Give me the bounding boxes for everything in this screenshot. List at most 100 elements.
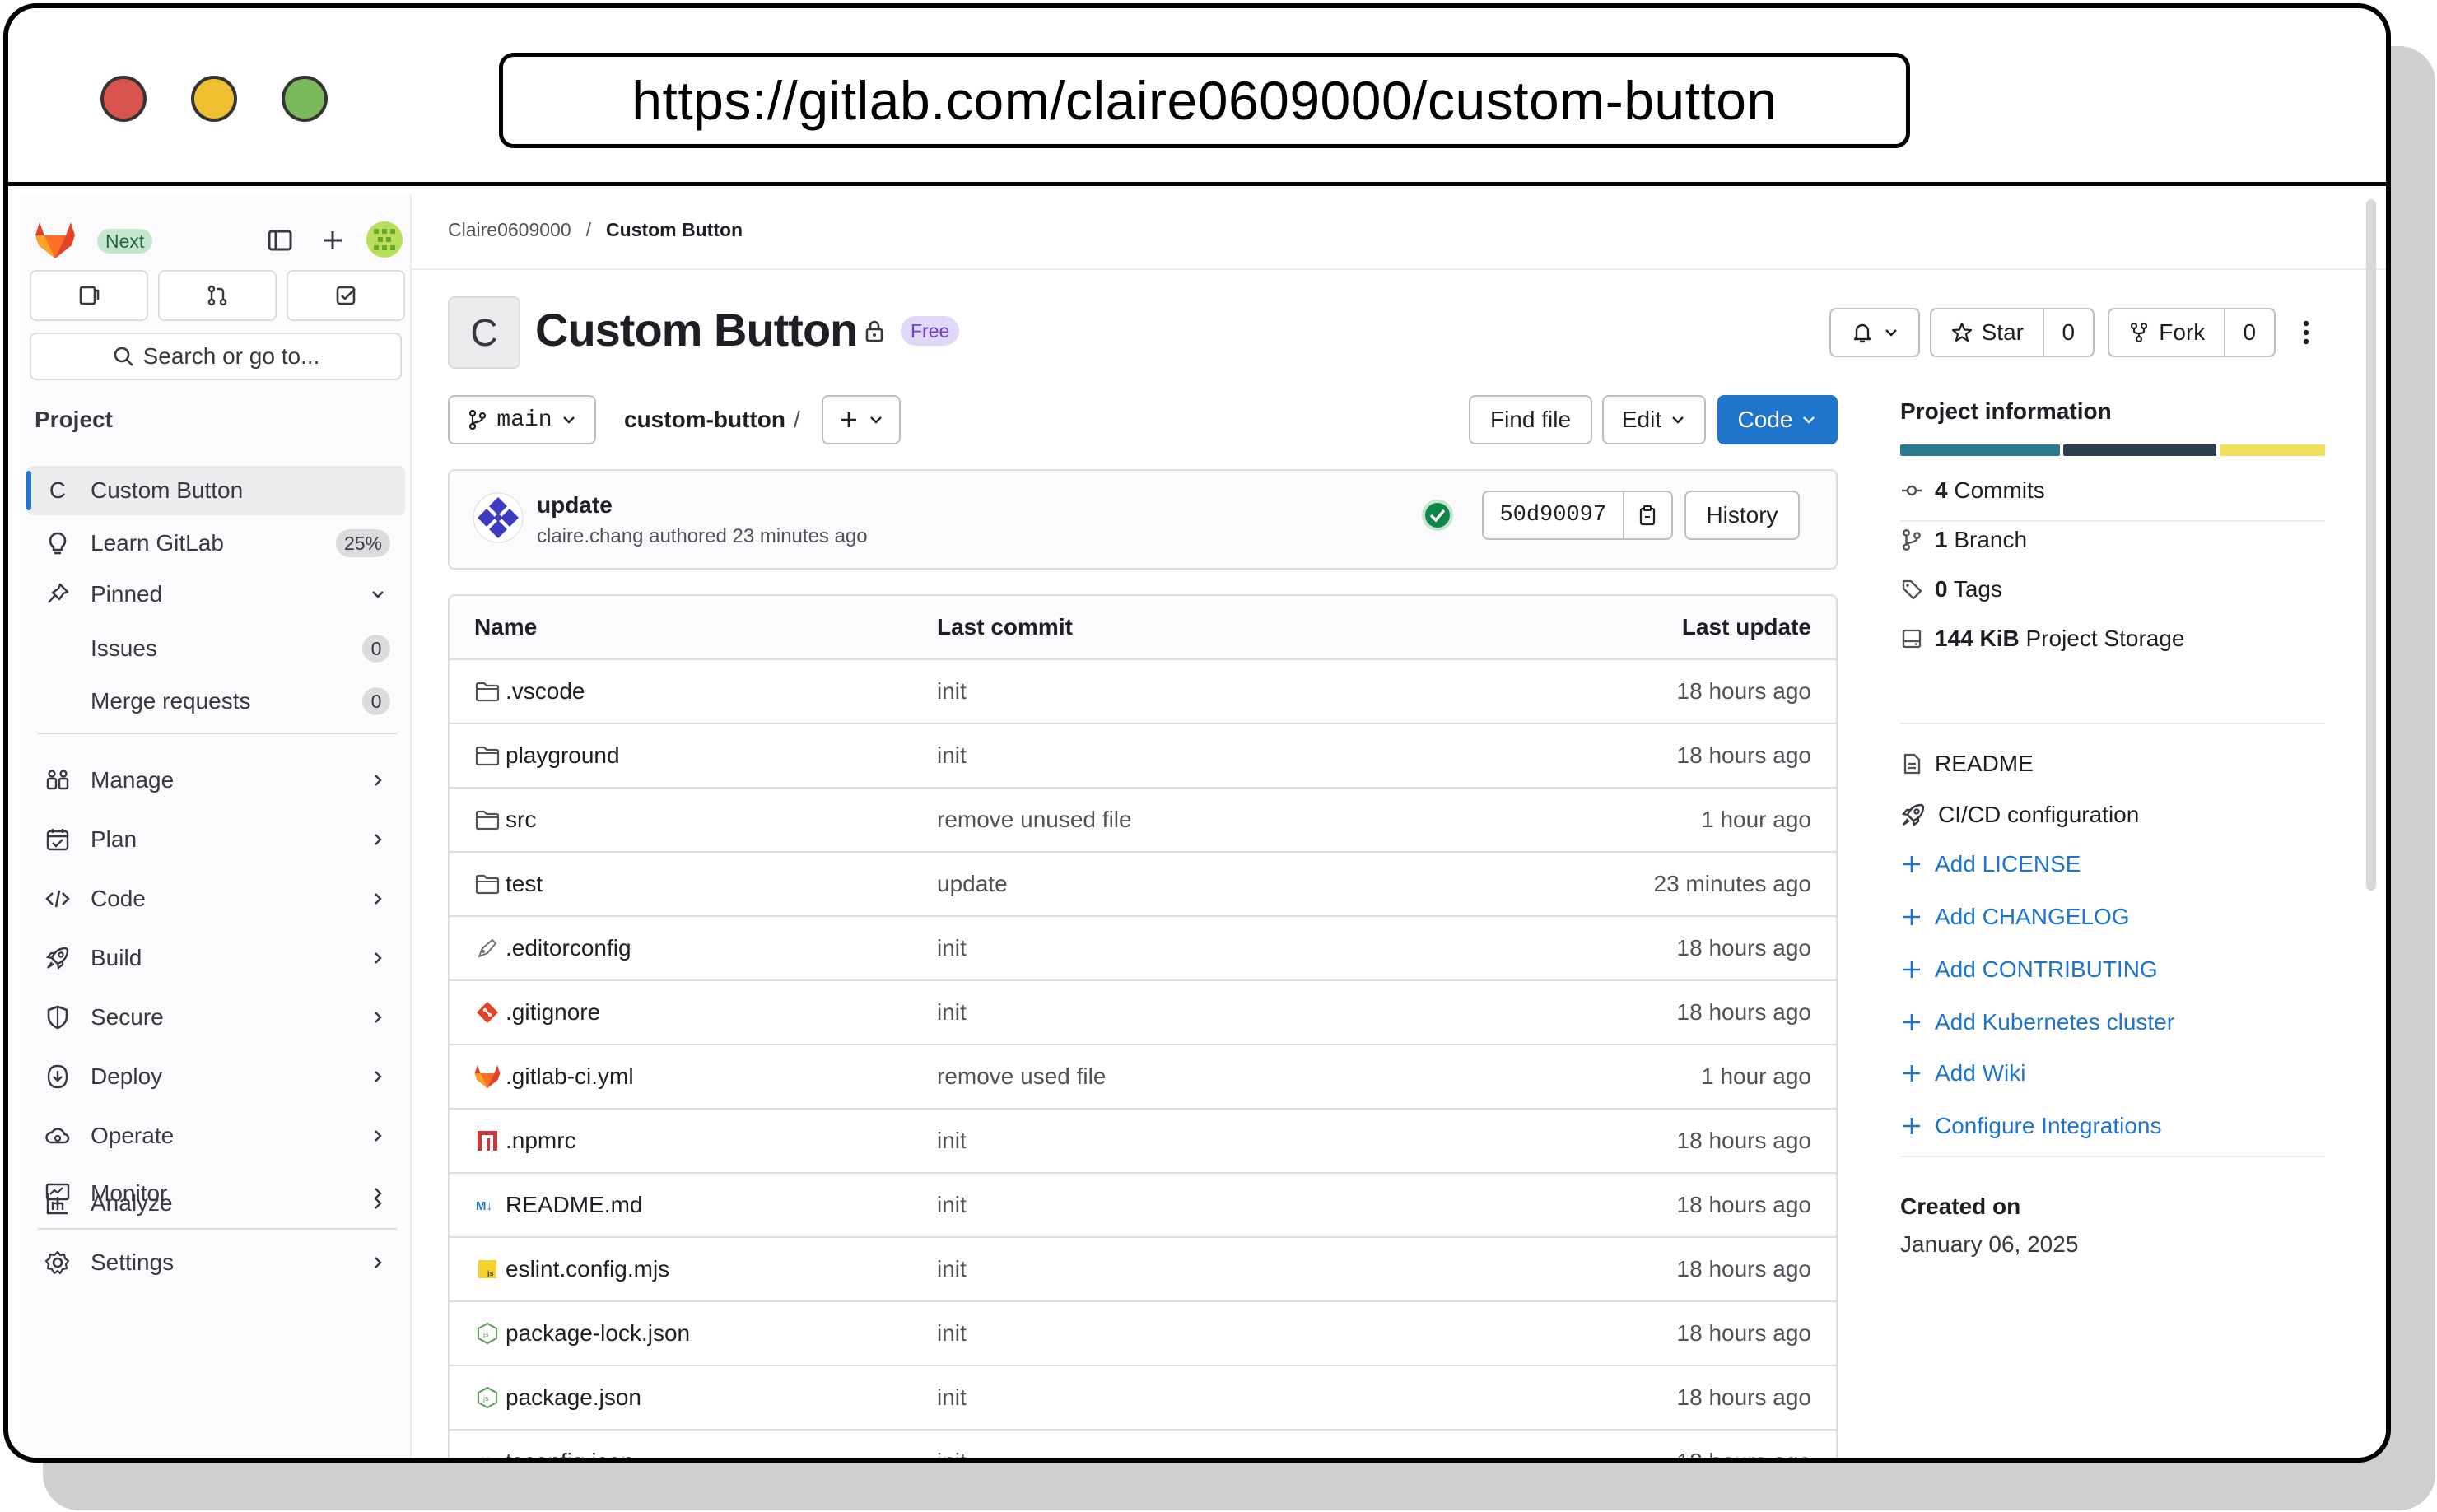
sidebar-toggle-icon[interactable] (265, 226, 295, 255)
table-row[interactable]: M↓ README.md init 18 hours ago (450, 1174, 1836, 1238)
table-row[interactable]: .gitignore init 18 hours ago (450, 981, 1836, 1045)
last-commit-link[interactable]: init (937, 1238, 967, 1300)
file-name-link[interactable]: README.md (506, 1192, 642, 1218)
file-name-link[interactable]: .vscode (506, 678, 585, 705)
todo-quick-button[interactable] (287, 270, 405, 321)
commit-author[interactable]: claire.chang (537, 525, 643, 547)
sidebar-item-deploy[interactable]: Deploy (26, 1052, 405, 1101)
last-commit-link[interactable]: init (937, 981, 967, 1044)
sidebar-item-build[interactable]: Build (26, 933, 405, 983)
fork-count[interactable]: 0 (2225, 309, 2274, 356)
commit-title[interactable]: update (537, 492, 613, 519)
maximize-window-dot[interactable] (282, 76, 328, 122)
issues-quick-button[interactable] (30, 270, 148, 321)
commit-sha[interactable]: 50d90097 (1484, 492, 1624, 538)
table-row[interactable]: js package-lock.json init 18 hours ago (450, 1302, 1836, 1366)
last-commit-link[interactable]: init (937, 1431, 967, 1458)
gitlab-logo-icon[interactable] (35, 221, 76, 260)
file-name-link[interactable]: eslint.config.mjs (506, 1256, 669, 1282)
star-count[interactable]: 0 (2044, 309, 2093, 356)
file-name-link[interactable]: src (506, 807, 536, 833)
project-stat-project-storage[interactable]: 144 KiB Project Storage (1900, 622, 2185, 655)
last-commit-link[interactable]: update (937, 853, 1008, 915)
language-bar[interactable] (1900, 444, 2325, 456)
last-commit-link[interactable]: init (937, 724, 967, 787)
last-commit-link[interactable]: init (937, 660, 967, 723)
last-commit-link[interactable]: remove unused file (937, 789, 1132, 851)
add-to-tree-dropdown[interactable] (822, 395, 901, 444)
notification-dropdown[interactable] (1829, 308, 1920, 357)
project-stat-branch[interactable]: 1 Branch (1900, 523, 2027, 556)
project-doc-link[interactable]: CI/CD configuration (1900, 798, 2139, 831)
page-scrollbar[interactable] (2366, 199, 2376, 891)
table-row[interactable]: .gitlab-ci.yml remove used file 1 hour ago (450, 1045, 1836, 1110)
add-link[interactable]: Add CHANGELOG (1900, 900, 2130, 933)
sidebar-item-settings[interactable]: Settings (26, 1238, 405, 1287)
file-name-link[interactable]: tsconfig.json (506, 1449, 634, 1458)
table-row[interactable]: .vscode init 18 hours ago (450, 660, 1836, 724)
branch-selector[interactable]: main (448, 395, 596, 444)
file-name-link[interactable]: .gitignore (506, 999, 600, 1026)
table-row[interactable]: {} tsconfig.json init 18 hours ago (450, 1431, 1836, 1458)
table-row[interactable]: src remove unused file 1 hour ago (450, 789, 1836, 853)
sidebar-item-pinned[interactable]: Pinned (26, 570, 405, 619)
table-row[interactable]: .npmrc init 18 hours ago (450, 1110, 1836, 1174)
minimize-window-dot[interactable] (191, 76, 237, 122)
find-file-button[interactable]: Find file (1469, 395, 1592, 444)
sidebar-item-analyze[interactable]: Analyze (26, 1179, 405, 1228)
last-commit-link[interactable]: init (937, 1302, 967, 1365)
next-badge[interactable]: Next (97, 229, 153, 254)
sidebar-item-custom-button[interactable]: C Custom Button (26, 466, 405, 515)
add-link[interactable]: Add LICENSE (1900, 848, 2081, 881)
file-name-link[interactable]: .editorconfig (506, 935, 631, 961)
address-bar[interactable]: https://gitlab.com/claire0609000/custom-… (499, 53, 1910, 148)
last-commit-link[interactable]: init (937, 1366, 967, 1429)
file-name-link[interactable]: .gitlab-ci.yml (506, 1063, 634, 1090)
repo-path[interactable]: custom-button (624, 407, 785, 433)
sidebar-item-secure[interactable]: Secure (26, 993, 405, 1042)
table-row[interactable]: js package.json init 18 hours ago (450, 1366, 1836, 1431)
file-name-link[interactable]: package-lock.json (506, 1320, 690, 1347)
breadcrumb-owner[interactable]: Claire0609000 (448, 219, 571, 241)
add-link[interactable]: Add CONTRIBUTING (1900, 953, 2158, 986)
add-link[interactable]: Add Wiki (1900, 1057, 2025, 1090)
plus-icon[interactable] (318, 226, 347, 255)
add-link[interactable]: Add Kubernetes cluster (1900, 1006, 2174, 1039)
sidebar-item-learn-gitlab[interactable]: Learn GitLab 25% (26, 519, 405, 568)
table-row[interactable]: test update 23 minutes ago (450, 853, 1836, 917)
sidebar-item-plan[interactable]: Plan (26, 815, 405, 864)
table-row[interactable]: js eslint.config.mjs init 18 hours ago (450, 1238, 1836, 1302)
code-dropdown[interactable]: Code (1717, 395, 1838, 444)
sidebar-item-manage[interactable]: Manage (26, 756, 405, 805)
last-commit-link[interactable]: remove used file (937, 1045, 1106, 1108)
breadcrumb-project[interactable]: Custom Button (606, 219, 743, 241)
project-stat-commits[interactable]: 4 Commits (1900, 474, 2045, 507)
history-button[interactable]: History (1684, 491, 1800, 540)
edit-dropdown[interactable]: Edit (1602, 395, 1706, 444)
file-name-link[interactable]: .npmrc (506, 1128, 576, 1154)
last-commit-link[interactable]: init (937, 1174, 967, 1236)
commit-author-avatar[interactable] (473, 492, 524, 543)
file-name-link[interactable]: playground (506, 742, 620, 769)
table-row[interactable]: playground init 18 hours ago (450, 724, 1836, 789)
last-commit-link[interactable]: init (937, 1110, 967, 1172)
user-avatar[interactable] (366, 221, 403, 258)
more-actions-icon[interactable] (2300, 318, 2312, 347)
star-button[interactable]: Star (1931, 309, 2044, 356)
sidebar-item-merge-requests[interactable]: Merge requests 0 (26, 677, 405, 726)
fork-button[interactable]: Fork (2109, 309, 2225, 356)
pipeline-passed-icon[interactable] (1421, 499, 1454, 532)
file-name-link[interactable]: test (506, 871, 543, 897)
close-window-dot[interactable] (100, 76, 147, 122)
sidebar-item-issues[interactable]: Issues 0 (26, 624, 405, 673)
merge-requests-quick-button[interactable] (158, 270, 277, 321)
project-doc-link[interactable]: README (1900, 747, 2034, 780)
global-search-button[interactable]: Search or go to... (30, 333, 402, 380)
table-row[interactable]: .editorconfig init 18 hours ago (450, 917, 1836, 981)
project-stat-tags[interactable]: 0 Tags (1900, 573, 2002, 606)
sidebar-item-operate[interactable]: Operate (26, 1111, 405, 1161)
add-link[interactable]: Configure Integrations (1900, 1110, 2162, 1142)
last-commit-link[interactable]: init (937, 917, 967, 979)
file-name-link[interactable]: package.json (506, 1384, 641, 1411)
sidebar-item-code[interactable]: Code (26, 874, 405, 923)
